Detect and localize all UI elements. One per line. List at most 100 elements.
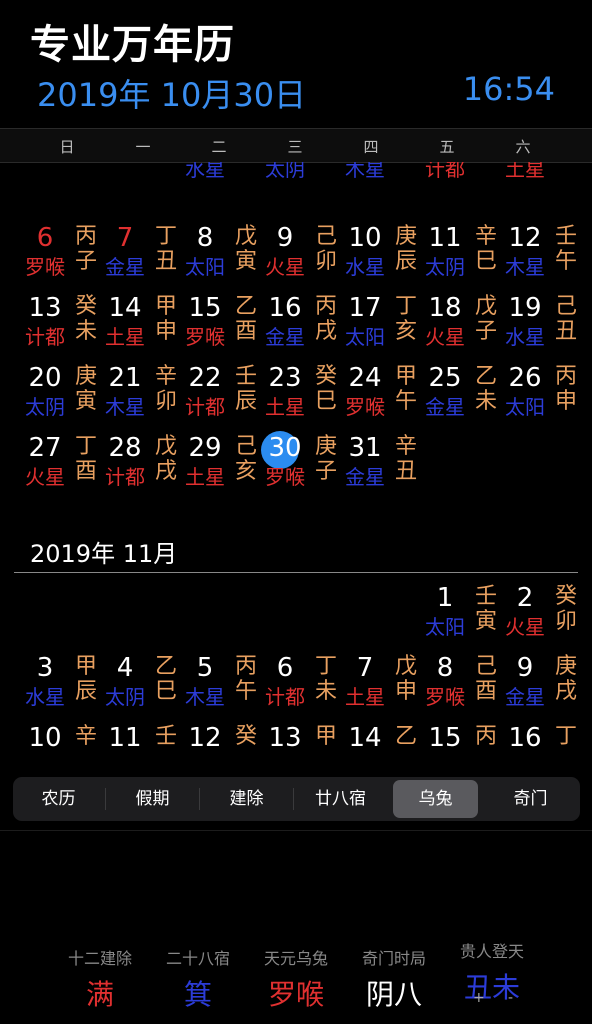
day-cell[interactable]: 15 罗喉乙酉 <box>178 292 262 362</box>
day-cell[interactable]: 15 丙 <box>418 722 502 764</box>
ganzhi-branch: 巳 <box>474 249 497 274</box>
day-cell[interactable]: 木星 酉 <box>338 162 422 194</box>
mode-segmented-control[interactable]: 农历 假期 建除 廿八宿 乌兔 奇门 <box>13 777 580 821</box>
day-cell[interactable]: 11 太阴辛巳 <box>418 222 502 292</box>
day-ganzhi: 己酉 <box>474 654 498 704</box>
ganzhi-stem: 壬 <box>474 584 497 609</box>
ganzhi-stem: 甲 <box>154 294 177 319</box>
day-cell[interactable]: 水星 未 <box>178 162 262 194</box>
calendar-scroll-area[interactable]: 2019年 11月 水星未太阴申木星酉计都戌土星亥6罗喉丙子7金星丁丑8太阳戊寅… <box>0 162 592 764</box>
day-cell[interactable]: 14 土星甲申 <box>98 292 182 362</box>
day-cell[interactable]: 29 土星己亥 <box>178 432 262 502</box>
day-cell[interactable]: 12 木星壬午 <box>498 222 582 292</box>
day-cell[interactable]: 16 金星丙戌 <box>258 292 342 362</box>
day-cell[interactable]: 31 金星辛丑 <box>338 432 422 502</box>
day-number: 13 <box>28 293 62 323</box>
ganzhi-stem: 丁 <box>394 294 417 319</box>
day-cell[interactable]: 4 太阴乙巳 <box>98 652 182 722</box>
day-cell[interactable]: 27 火星丁酉 <box>18 432 102 502</box>
ganzhi-branch: 辰 <box>394 249 417 274</box>
day-cell[interactable]: 1 太阳壬寅 <box>418 582 502 652</box>
day-cell[interactable]: 太阴 申 <box>258 162 342 194</box>
ganzhi-stem: 壬 <box>154 724 177 749</box>
day-cell[interactable]: 11 壬 <box>98 722 182 764</box>
ganzhi-stem: 癸 <box>234 724 257 749</box>
day-cell[interactable]: 2 火星癸卯 <box>498 582 582 652</box>
day-cell[interactable]: 16 丁 <box>498 722 582 764</box>
day-cell[interactable]: 20 太阴庚寅 <box>18 362 102 432</box>
day-cell[interactable]: 24 罗喉甲午 <box>338 362 422 432</box>
day-cell[interactable]: 10 辛 <box>18 722 102 764</box>
day-cell[interactable]: 土星 亥 <box>498 162 582 194</box>
tab-3[interactable]: 建除 <box>204 780 289 818</box>
tab-4[interactable]: 廿八宿 <box>298 780 383 818</box>
day-ganzhi: 己亥 <box>234 434 258 484</box>
day-term: 太阴 <box>265 162 305 181</box>
tab-5[interactable]: 乌兔 <box>393 780 478 818</box>
ganzhi-branch: 未 <box>314 679 337 704</box>
day-ganzhi: 庚戌 <box>554 654 578 704</box>
day-cell[interactable]: 6 罗喉丙子 <box>18 222 102 292</box>
day-term: 木星 <box>105 395 145 419</box>
day-cell[interactable]: 14 乙 <box>338 722 422 764</box>
day-cell[interactable]: 8 太阳戊寅 <box>178 222 262 292</box>
day-number: 1 <box>436 583 454 613</box>
tab-6[interactable]: 奇门 <box>488 780 573 818</box>
day-ganzhi: 戊申 <box>394 654 418 704</box>
day-cell[interactable]: 9 金星庚戌 <box>498 652 582 722</box>
day-cell[interactable]: 10 水星庚辰 <box>338 222 422 292</box>
day-cell[interactable]: 6 计都丁未 <box>258 652 342 722</box>
day-number: 5 <box>196 653 214 683</box>
ganzhi-stem: 庚 <box>314 434 337 459</box>
ganzhi-branch: 卯 <box>314 249 337 274</box>
day-cell-today[interactable]: 30 罗喉庚子 <box>258 431 342 502</box>
info-item: 十二建除满 <box>50 945 150 1013</box>
day-ganzhi: 辛巳 <box>474 224 498 274</box>
ganzhi-branch: 丑 <box>394 459 417 484</box>
day-cell[interactable]: 28 计都戊戌 <box>98 432 182 502</box>
tab-1[interactable]: 农历 <box>16 780 101 818</box>
day-ganzhi: 戊戌 <box>154 434 178 484</box>
day-cell[interactable]: 25 金星乙未 <box>418 362 502 432</box>
day-cell[interactable]: 3 水星甲辰 <box>18 652 102 722</box>
day-cell[interactable]: 7 土星戊申 <box>338 652 422 722</box>
day-cell[interactable]: 17 太阳丁亥 <box>338 292 422 362</box>
day-cell[interactable]: 9 火星己卯 <box>258 222 342 292</box>
ganzhi-branch: 巳 <box>154 679 177 704</box>
day-number: 7 <box>116 223 134 253</box>
increase-button[interactable]: + <box>473 990 485 1006</box>
decrease-button[interactable]: - <box>508 990 513 1006</box>
day-cell[interactable]: 计都 戌 <box>418 162 502 194</box>
day-number: 24 <box>348 363 382 393</box>
day-cell[interactable]: 22 计都壬辰 <box>178 362 262 432</box>
tab-2[interactable]: 假期 <box>110 780 195 818</box>
day-cell[interactable]: 21 木星辛卯 <box>98 362 182 432</box>
day-number: 18 <box>428 293 462 323</box>
day-term: 金星 <box>105 255 145 279</box>
day-cell[interactable]: 26 太阳丙申 <box>498 362 582 432</box>
info-label: 贵人登天 <box>459 942 524 961</box>
day-cell[interactable]: 5 木星丙午 <box>178 652 262 722</box>
weekday-thu: 四 <box>363 138 379 156</box>
day-ganzhi: 申 <box>314 162 338 164</box>
day-cell[interactable]: 7 金星丁丑 <box>98 222 182 292</box>
day-cell[interactable]: 13 计都癸未 <box>18 292 102 362</box>
ganzhi-stem: 庚 <box>394 224 417 249</box>
day-cell[interactable]: 8 罗喉己酉 <box>418 652 502 722</box>
day-ganzhi: 癸 <box>234 724 258 749</box>
day-cell[interactable]: 13 甲 <box>258 722 342 764</box>
day-cell[interactable]: 12 癸 <box>178 722 262 764</box>
ganzhi-stem: 壬 <box>554 224 577 249</box>
day-cell[interactable]: 18 火星戊子 <box>418 292 502 362</box>
day-term: 计都 <box>265 685 305 709</box>
day-ganzhi: 乙未 <box>474 364 498 414</box>
day-number: 12 <box>188 723 222 753</box>
info-label: 奇门时局 <box>361 949 426 968</box>
day-cell[interactable]: 23 土星癸巳 <box>258 362 342 432</box>
info-item: 天元乌兔 罗喉 <box>246 945 346 1013</box>
ganzhi-stem: 辛 <box>394 434 417 459</box>
day-number: 23 <box>268 363 302 393</box>
tab-separator <box>199 788 200 810</box>
day-ganzhi: 丁酉 <box>74 434 98 484</box>
day-cell[interactable]: 19 水星己丑 <box>498 292 582 362</box>
